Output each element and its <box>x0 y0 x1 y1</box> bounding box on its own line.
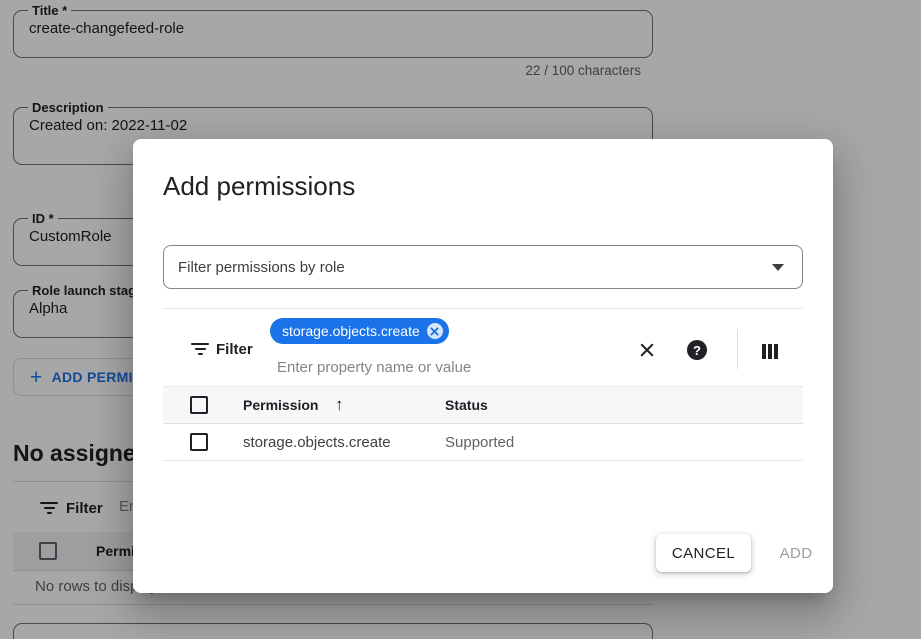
help-icon[interactable]: ? <box>686 339 708 361</box>
select-all-checkbox[interactable] <box>190 396 208 414</box>
cancel-button[interactable]: CANCEL <box>656 534 751 572</box>
filter-chip[interactable]: storage.objects.create <box>270 318 449 344</box>
filter-icon <box>191 343 209 358</box>
filter-by-role-placeholder: Filter permissions by role <box>178 259 345 276</box>
add-permissions-dialog: Add permissions Filter permissions by ro… <box>133 139 833 593</box>
dialog-table-header: Permission ↑ Status <box>163 386 803 424</box>
status-column-header[interactable]: Status <box>445 397 488 413</box>
toolbar-divider <box>163 308 803 309</box>
chip-remove-icon[interactable] <box>427 323 443 339</box>
dialog-filter-label: Filter <box>216 341 253 358</box>
dialog-filter-input[interactable] <box>277 359 607 376</box>
toolbar-vertical-divider <box>737 329 738 369</box>
filter-by-role-dropdown[interactable]: Filter permissions by role <box>163 245 803 289</box>
filter-chip-label: storage.objects.create <box>282 323 420 339</box>
dropdown-caret-icon <box>772 264 784 271</box>
clear-filter-icon[interactable] <box>636 339 658 361</box>
create-role-page: Title * create-changefeed-role 22 / 100 … <box>0 0 921 639</box>
add-button[interactable]: ADD <box>766 534 826 572</box>
dialog-title: Add permissions <box>163 171 355 202</box>
row-permission-cell: storage.objects.create <box>243 434 391 451</box>
sort-ascending-icon[interactable]: ↑ <box>335 395 344 415</box>
columns-icon[interactable] <box>759 340 781 362</box>
table-row[interactable]: storage.objects.create Supported <box>163 424 803 461</box>
row-checkbox[interactable] <box>190 433 208 451</box>
permission-column-header[interactable]: Permission <box>243 397 318 413</box>
row-status-cell: Supported <box>445 434 514 451</box>
